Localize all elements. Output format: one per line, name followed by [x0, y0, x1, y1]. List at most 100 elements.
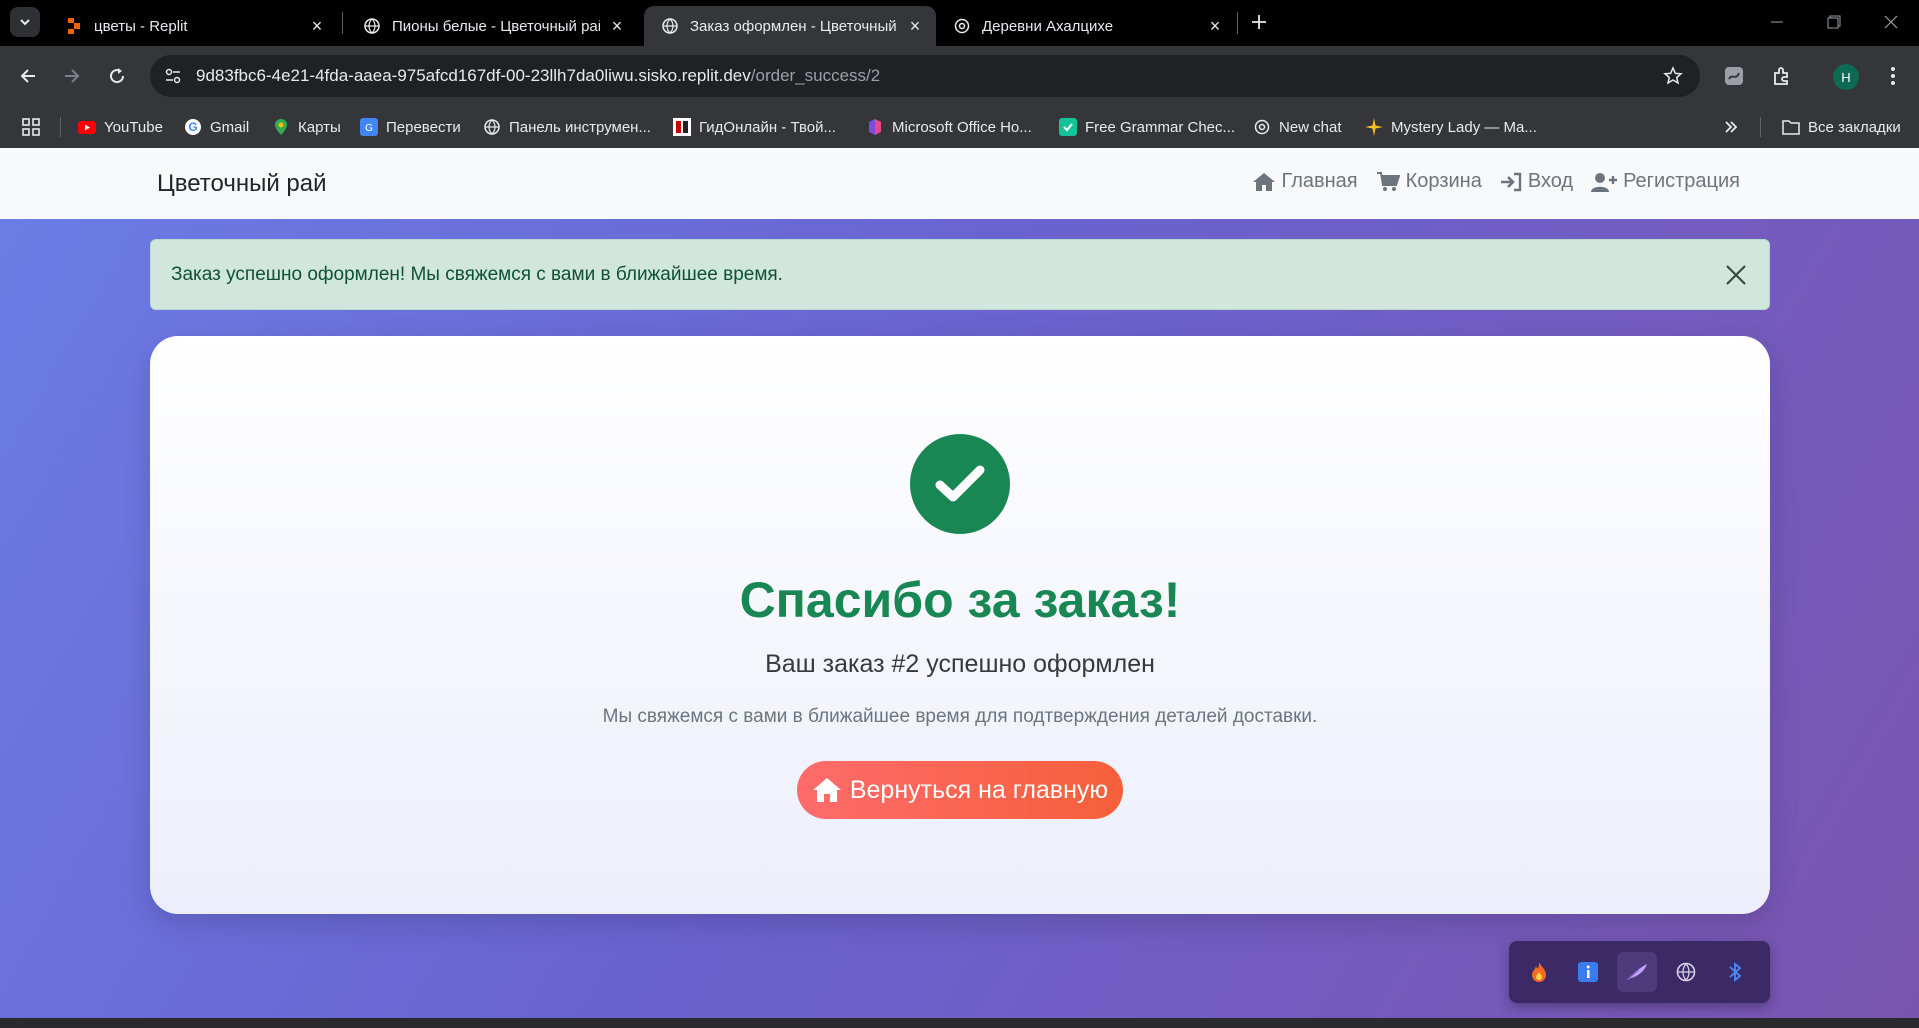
close-window-button[interactable] — [1877, 8, 1905, 36]
flame-icon[interactable] — [1519, 952, 1559, 992]
nav-register[interactable]: Регистрация — [1591, 170, 1740, 193]
close-tab-icon[interactable]: × — [906, 17, 924, 35]
minimize-icon — [1771, 21, 1783, 23]
bookmark-label: Карты — [298, 118, 341, 136]
tab-replit[interactable]: цветы - Replit × — [48, 6, 338, 46]
order-number-text: Ваш заказ #2 успешно оформлен — [765, 650, 1155, 678]
tab-title: цветы - Replit — [94, 17, 188, 35]
restore-icon — [1827, 15, 1841, 29]
apps-grid-icon — [22, 118, 40, 136]
tab-order-success[interactable]: Заказ оформлен - Цветочный рай × — [644, 6, 936, 46]
bookmark-dashboard[interactable]: Панель инструмен... — [483, 106, 651, 148]
bookmark-office[interactable]: Microsoft Office Ho... — [866, 106, 1032, 148]
bookmark-label: New chat — [1279, 118, 1342, 136]
alert-close-button[interactable] — [1723, 262, 1749, 288]
restore-button[interactable] — [1820, 8, 1848, 36]
replit-icon — [66, 18, 82, 34]
return-home-label: Вернуться на главную — [849, 775, 1109, 804]
site-navbar: Цветочный рай Главная Корзина Вход Регис… — [0, 148, 1919, 219]
bookmark-youtube[interactable]: YouTube — [78, 106, 163, 148]
nav-cart[interactable]: Корзина — [1376, 170, 1482, 193]
bookmark-label: ГидОнлайн - Твой... — [699, 118, 836, 136]
reload-icon — [110, 68, 125, 84]
bookmark-label: Microsoft Office Ho... — [892, 118, 1032, 136]
more-vert-icon — [1891, 67, 1895, 85]
bookmark-label: YouTube — [104, 118, 163, 136]
nav-login[interactable]: Вход — [1500, 170, 1573, 193]
nav-label: Главная — [1281, 170, 1358, 192]
user-plus-icon — [1591, 172, 1618, 192]
home-icon — [812, 778, 841, 802]
close-icon — [1884, 15, 1898, 29]
all-bookmarks-button[interactable]: Все закладки — [1782, 106, 1901, 148]
order-success-card: Спасибо за заказ! Ваш заказ #2 успешно о… — [150, 336, 1770, 914]
close-tab-icon[interactable]: × — [308, 17, 326, 35]
folder-icon — [1782, 118, 1800, 136]
bookmark-gmail[interactable]: G Gmail — [184, 106, 249, 148]
bookmark-mystery-lady[interactable]: Mystery Lady — Ma... — [1365, 106, 1537, 148]
close-tab-icon[interactable]: × — [1206, 17, 1224, 35]
apps-button[interactable] — [22, 106, 40, 148]
info-icon[interactable] — [1568, 952, 1608, 992]
minimize-button[interactable] — [1763, 8, 1791, 36]
feather-icon[interactable] — [1617, 952, 1657, 992]
gidonline-icon — [673, 118, 691, 136]
globe-icon — [662, 18, 678, 34]
alert-text: Заказ успешно оформлен! Мы свяжемся с ва… — [171, 263, 783, 285]
check-circle-icon — [910, 434, 1010, 534]
globe-icon — [483, 118, 501, 136]
bookmarks-overflow-button[interactable] — [1723, 106, 1739, 148]
url-path: /order_success/2 — [750, 66, 881, 85]
url-text: 9d83fbc6-4e21-4fda-aaea-975afcd167df-00-… — [196, 66, 880, 86]
cart-icon — [1376, 171, 1400, 191]
vpn-globe-icon[interactable] — [1666, 952, 1706, 992]
tab-search-button[interactable] — [10, 7, 40, 37]
bookmark-translate[interactable]: G Перевести — [360, 106, 461, 148]
bookmark-grammar[interactable]: Free Grammar Chec... — [1059, 106, 1235, 148]
globe-icon — [364, 18, 380, 34]
forward-button[interactable] — [56, 60, 88, 92]
extension-icon[interactable] — [1718, 60, 1750, 92]
close-icon — [1726, 265, 1746, 285]
contact-note: Мы свяжемся с вами в ближайшее время для… — [602, 706, 1318, 727]
extensions-puzzle-icon[interactable] — [1766, 60, 1798, 92]
tab-peonies[interactable]: Пионы белые - Цветочный рай × — [346, 6, 638, 46]
bookmark-maps[interactable]: Карты — [272, 106, 341, 148]
bluetooth-icon[interactable] — [1715, 952, 1755, 992]
address-bar[interactable]: 9d83fbc6-4e21-4fda-aaea-975afcd167df-00-… — [150, 55, 1700, 97]
new-tab-button[interactable] — [1245, 8, 1273, 36]
tab-title: Пионы белые - Цветочный рай — [392, 17, 600, 35]
nav-home[interactable]: Главная — [1252, 170, 1358, 193]
bookmark-star-icon[interactable] — [1662, 65, 1684, 87]
browser-menu-button[interactable] — [1877, 60, 1909, 92]
nav-label: Регистрация — [1623, 170, 1740, 192]
site-brand[interactable]: Цветочный рай — [157, 170, 327, 198]
sparkle-icon — [1365, 118, 1383, 136]
profile-avatar[interactable]: H — [1833, 64, 1859, 90]
return-home-button[interactable]: Вернуться на главную — [797, 761, 1123, 819]
page-content: Цветочный рай Главная Корзина Вход Регис… — [0, 148, 1919, 1028]
floating-extension-tray — [1509, 941, 1770, 1003]
bookmark-new-chat[interactable]: New chat — [1253, 106, 1342, 148]
arrow-left-icon — [20, 69, 35, 83]
office-icon — [866, 118, 884, 136]
bookmark-gidonline[interactable]: ГидОнлайн - Твой... — [673, 106, 836, 148]
openai-icon — [954, 18, 970, 34]
maps-icon — [272, 118, 290, 136]
thank-you-heading: Спасибо за заказ! — [739, 572, 1181, 628]
nav-label: Вход — [1527, 170, 1574, 192]
back-button[interactable] — [12, 60, 44, 92]
close-tab-icon[interactable]: × — [608, 17, 626, 35]
bookmark-label: Gmail — [210, 118, 250, 136]
site-info-icon[interactable] — [158, 61, 188, 91]
bookmark-label: Панель инструмен... — [509, 118, 651, 136]
bookmarks-bar: YouTube G Gmail Карты G Перевести Панель… — [0, 106, 1919, 148]
site-nav: Главная Корзина Вход Регистрация — [1234, 170, 1740, 193]
tab-akhaltsikhe[interactable]: Деревни Ахалцихе × — [936, 6, 1236, 46]
reload-button[interactable] — [101, 60, 133, 92]
chevron-double-right-icon — [1725, 121, 1738, 133]
arrow-right-icon — [65, 69, 80, 83]
all-bookmarks-label: Все закладки — [1808, 118, 1901, 136]
url-host: 9d83fbc6-4e21-4fda-aaea-975afcd167df-00-… — [196, 66, 751, 85]
nav-label: Корзина — [1405, 170, 1482, 192]
